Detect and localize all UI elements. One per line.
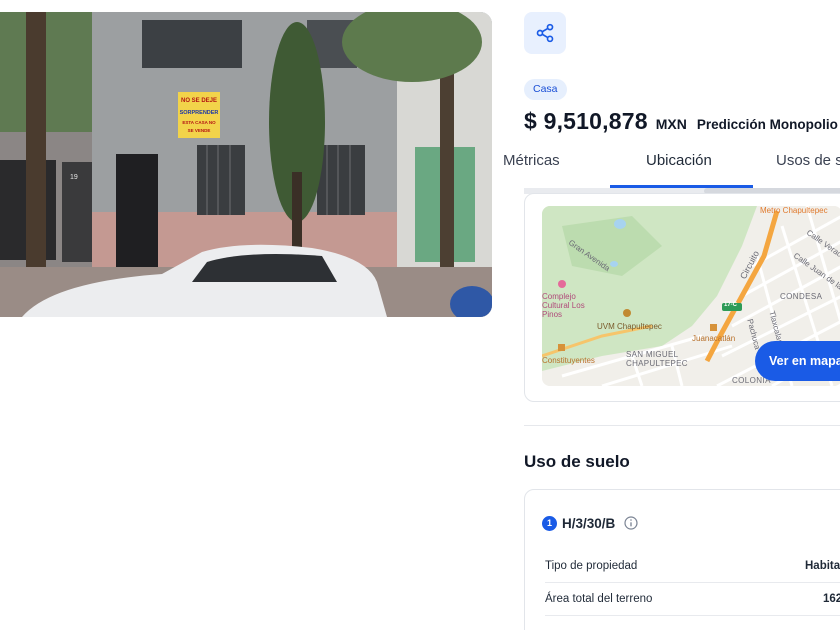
location-card: Metro Chapultepec Gran Avenida Circuito … (524, 193, 840, 402)
detail-tabs: Métricas Ubicación Usos de suelo (503, 140, 840, 196)
zone-number-badge: 1 (542, 515, 557, 531)
map-label-constituyentes: Constituyentes (542, 356, 595, 365)
map-label-metro: Metro Chapultepec (760, 206, 828, 215)
row-value: Habitacional (805, 560, 840, 572)
prediction-label: Predicción Monopolio (696, 117, 838, 132)
land-use-title: Uso de suelo (524, 452, 630, 471)
price-value: $ 9,510,878 (524, 108, 648, 134)
map-label-juanacatlan: Juanacatlán (692, 334, 736, 343)
property-type-badge: Casa (524, 79, 567, 100)
share-icon (536, 23, 554, 43)
map-label-condesa: CONDESA (780, 292, 823, 301)
tab-ubicacion[interactable]: Ubicación (646, 152, 712, 169)
street-view-image: NO SE DEJE SORPRENDER ESTA CASA NO SE VE… (0, 12, 492, 317)
land-use-card: 1 H/3/30/B Tipo de propiedad Habitaciona… (524, 489, 840, 630)
map-route-badge: 17-C (724, 302, 738, 308)
location-map[interactable]: Metro Chapultepec Gran Avenida Circuito … (542, 206, 840, 386)
share-button[interactable] (524, 12, 566, 54)
view-on-map-button[interactable]: Ver en mapa (755, 341, 840, 381)
map-label-complejo: Complejo Cultural Los Pinos (542, 292, 585, 319)
zone-code: H/3/30/B (562, 515, 616, 531)
sign-line-2: SORPRENDER (180, 110, 219, 116)
price-line: $ 9,510,878 MXN Predicción Monopolio (524, 108, 838, 135)
row-value: 162 (823, 593, 840, 605)
map-label-sanmiguel: SAN MIGUEL CHAPULTEPEC (626, 350, 688, 368)
zone-heading: 1 H/3/30/B (542, 515, 639, 531)
row-label: Área total del terreno (545, 593, 653, 605)
table-row: Área total del terreno 162 (545, 593, 840, 626)
price-currency: MXN (655, 116, 687, 132)
map-label-uvm: UVM Chapultepec (597, 322, 662, 331)
info-icon[interactable] (623, 515, 639, 531)
section-divider (524, 425, 840, 426)
row-divider (545, 582, 840, 583)
row-label: Tipo de propiedad (545, 560, 638, 572)
tab-metricas[interactable]: Métricas (503, 152, 560, 169)
house-number: 19 (70, 174, 78, 181)
property-photo[interactable]: NO SE DEJE SORPRENDER ESTA CASA NO SE VE… (0, 12, 492, 317)
row-divider (545, 615, 840, 616)
sign-line-1: NO SE DEJE (181, 98, 217, 104)
tab-usos-de-suelo[interactable]: Usos de suelo (776, 152, 840, 169)
sign-line-3: ESTA CASA NO (182, 120, 216, 125)
table-row: Tipo de propiedad Habitacional (545, 560, 840, 593)
sign-line-4: SE VENDE (188, 128, 211, 133)
view-on-map-label: Ver en mapa (769, 354, 840, 368)
